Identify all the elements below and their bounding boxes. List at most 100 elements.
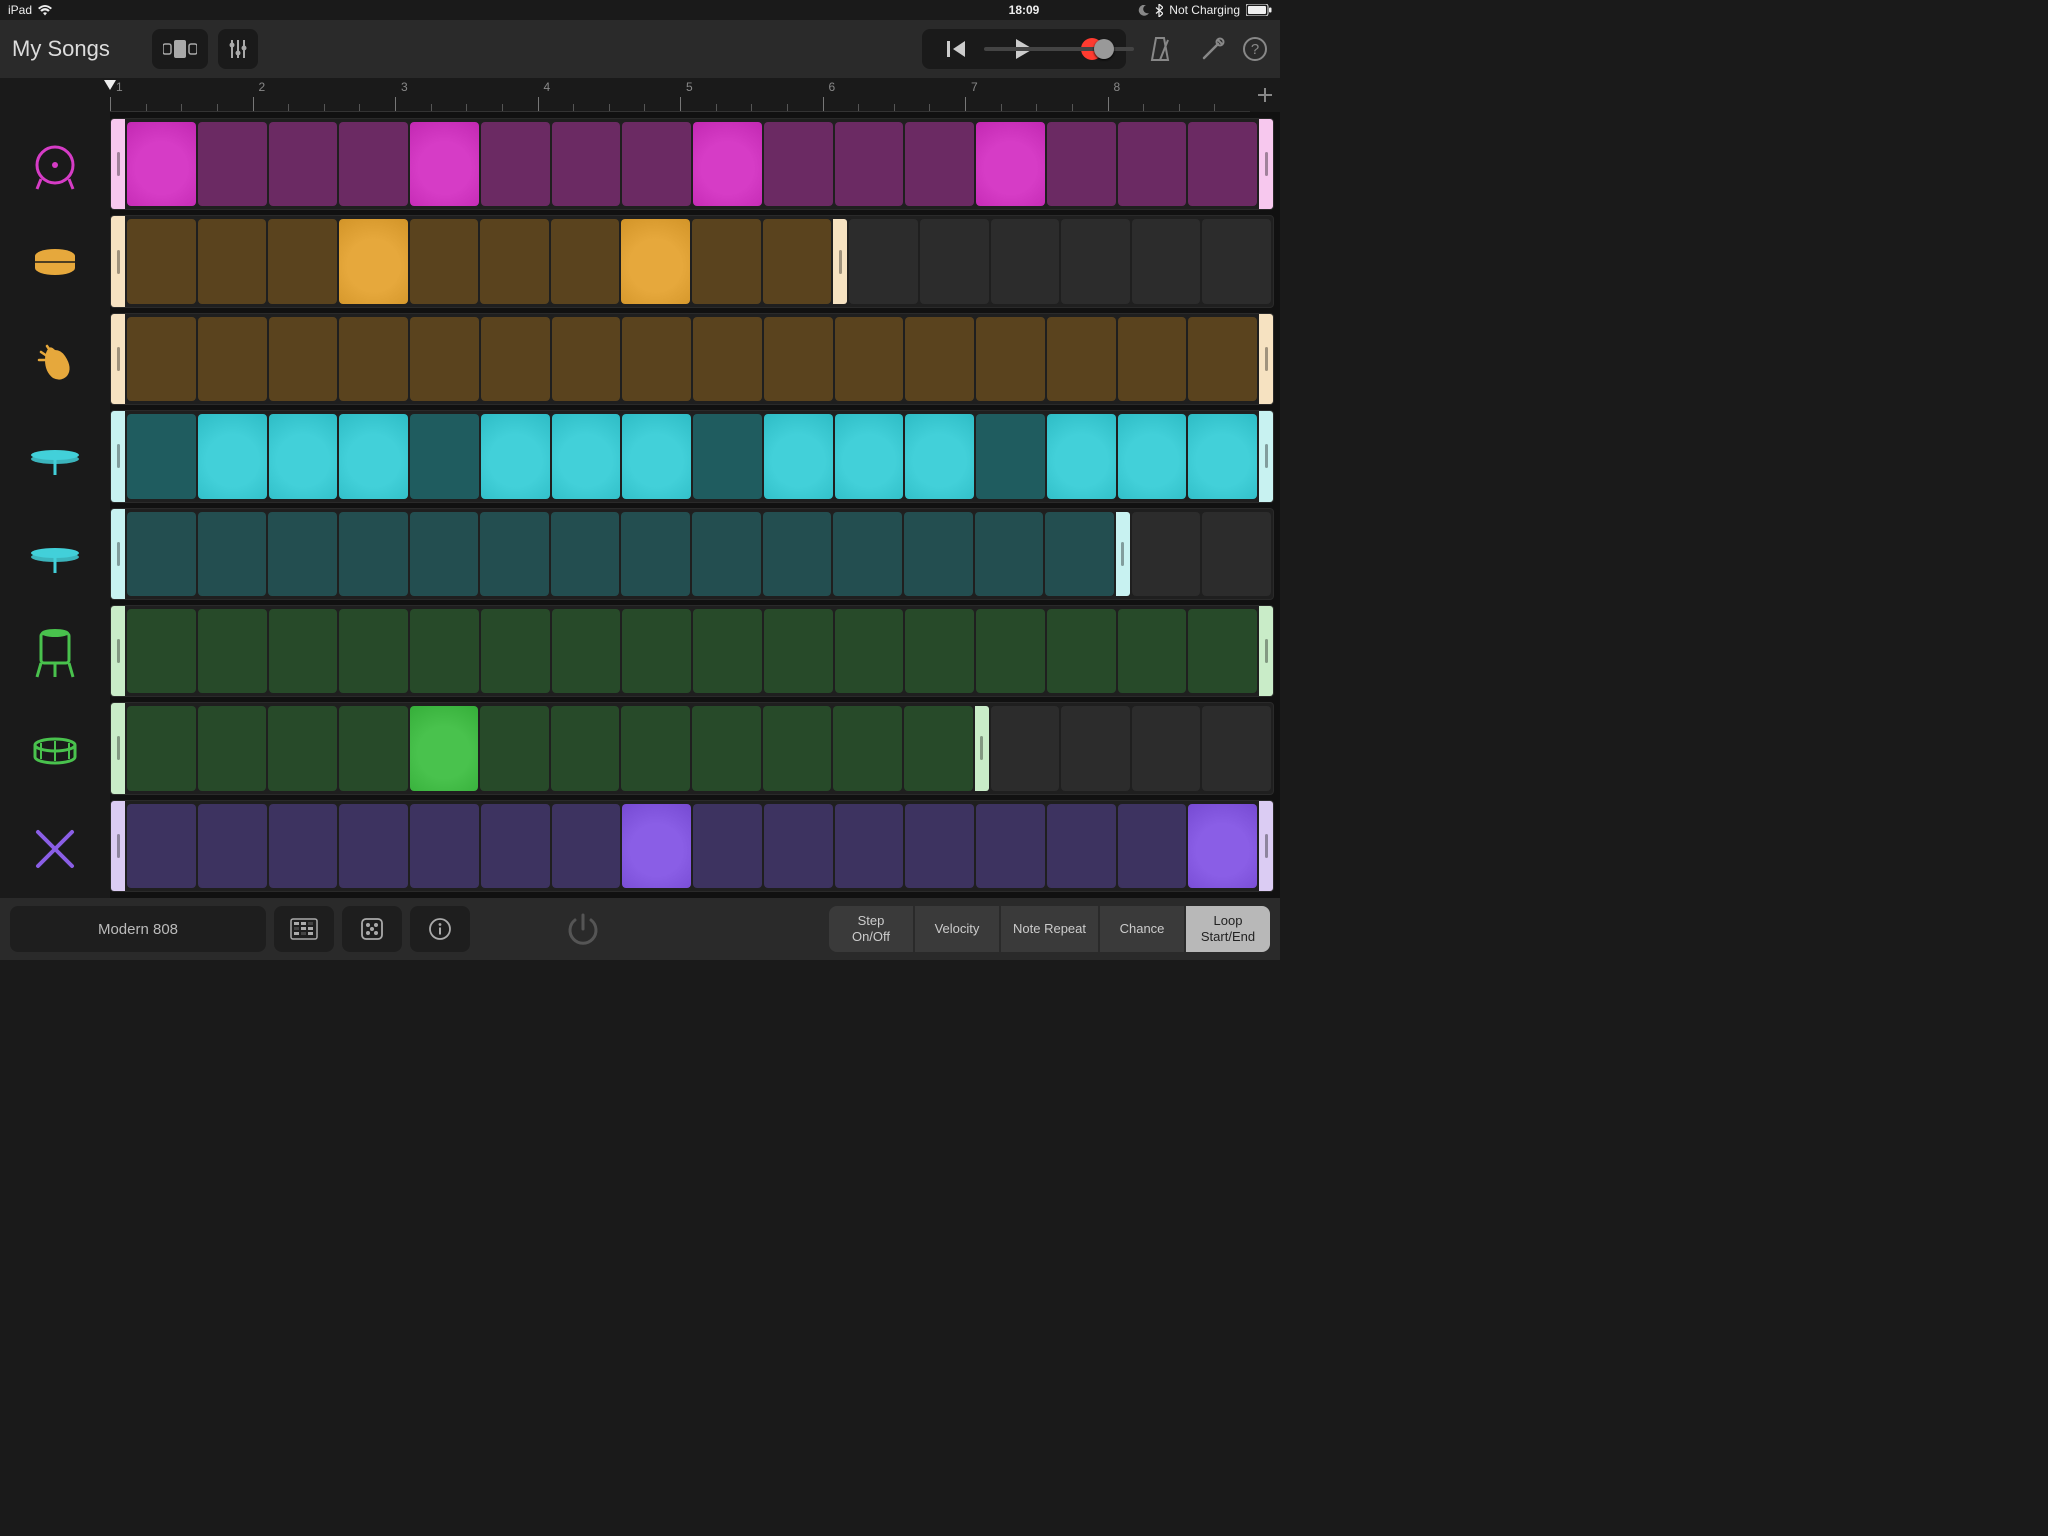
step-cell[interactable]: [1118, 122, 1187, 206]
step-cell[interactable]: [693, 804, 762, 888]
step-cell[interactable]: [480, 512, 549, 596]
step-cell[interactable]: [1188, 317, 1257, 401]
step-cell[interactable]: [835, 609, 904, 693]
step-cell[interactable]: [198, 706, 267, 790]
step-cell[interactable]: [1047, 609, 1116, 693]
pattern-presets-button[interactable]: [274, 906, 334, 952]
track-header-tom[interactable]: [0, 608, 110, 702]
step-cell[interactable]: [849, 219, 918, 303]
loop-end-handle[interactable]: [1259, 314, 1273, 404]
step-cell[interactable]: [1047, 414, 1116, 498]
step-cell[interactable]: [127, 317, 196, 401]
step-cell[interactable]: [410, 609, 479, 693]
browser-view-button[interactable]: [152, 29, 208, 69]
step-cell[interactable]: [764, 804, 833, 888]
step-cell[interactable]: [975, 512, 1044, 596]
step-cell[interactable]: [481, 414, 550, 498]
step-cell[interactable]: [904, 706, 973, 790]
step-cell[interactable]: [991, 219, 1060, 303]
param-note-repeat-button[interactable]: Note Repeat: [1001, 906, 1098, 952]
param-step-onoff-button[interactable]: StepOn/Off: [829, 906, 913, 952]
info-button[interactable]: [410, 906, 470, 952]
param-velocity-button[interactable]: Velocity: [915, 906, 999, 952]
track-header-rim[interactable]: [0, 705, 110, 799]
track-header-closed-hat[interactable]: [0, 413, 110, 507]
step-cell[interactable]: [198, 512, 267, 596]
step-cell[interactable]: [692, 219, 761, 303]
step-cell[interactable]: [622, 414, 691, 498]
loop-start-handle[interactable]: [111, 216, 125, 306]
step-cell[interactable]: [905, 609, 974, 693]
timeline-ruler[interactable]: 12345678: [110, 78, 1250, 112]
step-cell[interactable]: [552, 414, 621, 498]
step-cell[interactable]: [410, 512, 479, 596]
step-cell[interactable]: [1188, 414, 1257, 498]
step-cell[interactable]: [976, 414, 1045, 498]
step-cell[interactable]: [976, 609, 1045, 693]
param-loop-button[interactable]: LoopStart/End: [1186, 906, 1270, 952]
step-cell[interactable]: [621, 512, 690, 596]
loop-start-handle[interactable]: [111, 703, 125, 793]
loop-start-handle[interactable]: [111, 801, 125, 891]
step-cell[interactable]: [764, 414, 833, 498]
step-cell[interactable]: [198, 219, 267, 303]
loop-end-handle[interactable]: [1259, 606, 1273, 696]
step-cell[interactable]: [198, 317, 267, 401]
step-cell[interactable]: [269, 804, 338, 888]
track-header-snare[interactable]: [0, 218, 110, 312]
help-button[interactable]: ?: [1242, 36, 1268, 62]
step-cell[interactable]: [1061, 219, 1130, 303]
step-cell[interactable]: [269, 317, 338, 401]
step-cell[interactable]: [551, 706, 620, 790]
step-cell[interactable]: [764, 317, 833, 401]
loop-start-handle[interactable]: [111, 119, 125, 209]
step-cell[interactable]: [339, 317, 408, 401]
step-cell[interactable]: [552, 609, 621, 693]
step-cell[interactable]: [692, 706, 761, 790]
step-cell[interactable]: [833, 512, 902, 596]
metronome-button[interactable]: [1148, 36, 1172, 62]
randomize-button[interactable]: [342, 906, 402, 952]
step-cell[interactable]: [693, 414, 762, 498]
slider-knob[interactable]: [1094, 39, 1114, 59]
step-cell[interactable]: [835, 414, 904, 498]
step-cell[interactable]: [1202, 219, 1271, 303]
step-cell[interactable]: [621, 706, 690, 790]
step-cell[interactable]: [763, 706, 832, 790]
step-cell[interactable]: [551, 512, 620, 596]
step-cell[interactable]: [269, 414, 338, 498]
step-cell[interactable]: [1045, 512, 1114, 596]
step-cell[interactable]: [693, 317, 762, 401]
step-cell[interactable]: [339, 706, 408, 790]
step-cell[interactable]: [1132, 512, 1201, 596]
loop-start-handle[interactable]: [111, 314, 125, 404]
step-cell[interactable]: [622, 804, 691, 888]
step-cell[interactable]: [622, 317, 691, 401]
step-cell[interactable]: [835, 122, 904, 206]
step-cell[interactable]: [1132, 706, 1201, 790]
step-cell[interactable]: [904, 512, 973, 596]
step-cell[interactable]: [410, 706, 479, 790]
step-cell[interactable]: [1118, 414, 1187, 498]
step-cell[interactable]: [763, 219, 832, 303]
power-button[interactable]: [548, 909, 618, 949]
step-cell[interactable]: [1047, 122, 1116, 206]
step-cell[interactable]: [835, 317, 904, 401]
track-header-kick[interactable]: [0, 120, 110, 214]
loop-start-handle[interactable]: [111, 509, 125, 599]
step-cell[interactable]: [1188, 122, 1257, 206]
loop-end-handle[interactable]: [1259, 119, 1273, 209]
settings-button[interactable]: [1200, 36, 1226, 62]
step-cell[interactable]: [551, 219, 620, 303]
step-cell[interactable]: [621, 219, 690, 303]
step-cell[interactable]: [339, 219, 408, 303]
step-cell[interactable]: [127, 122, 196, 206]
track-header-open-hat[interactable]: [0, 510, 110, 604]
step-cell[interactable]: [410, 804, 479, 888]
step-cell[interactable]: [268, 512, 337, 596]
step-cell[interactable]: [905, 414, 974, 498]
loop-end-handle[interactable]: [1259, 411, 1273, 501]
step-cell[interactable]: [481, 317, 550, 401]
step-cell[interactable]: [480, 706, 549, 790]
step-cell[interactable]: [920, 219, 989, 303]
